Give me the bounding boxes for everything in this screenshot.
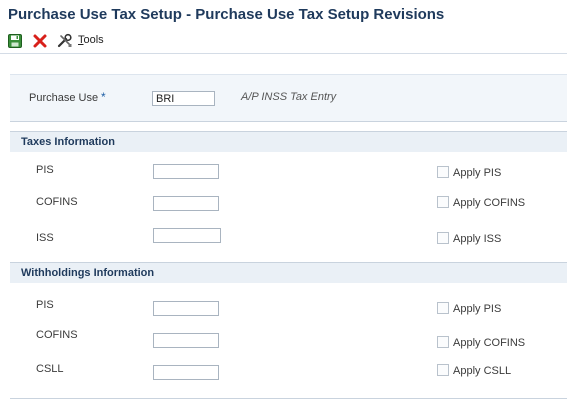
taxes-pis-input[interactable]: [153, 164, 219, 179]
taxes-apply-pis-checkbox[interactable]: [437, 166, 449, 178]
withholdings-apply-pis-label[interactable]: Apply PIS: [453, 303, 501, 315]
withholdings-cofins-label: COFINS: [36, 329, 78, 341]
taxes-section-header: Taxes Information: [10, 131, 567, 152]
header-panel: Purchase Use * BRI A/P INSS Tax Entry: [10, 74, 567, 122]
taxes-apply-cofins-label[interactable]: Apply COFINS: [453, 197, 525, 209]
taxes-pis-label: PIS: [36, 164, 54, 176]
withholdings-apply-pis-checkbox[interactable]: [437, 302, 449, 314]
taxes-section: Taxes Information PIS Apply PIS COFINS A…: [10, 131, 567, 261]
taxes-iss-input[interactable]: [153, 228, 221, 243]
taxes-apply-pis-label[interactable]: Apply PIS: [453, 167, 501, 179]
taxes-cofins-input[interactable]: [153, 196, 219, 211]
bottom-divider: [10, 398, 567, 399]
withholdings-csll-input[interactable]: [153, 365, 219, 380]
withholdings-apply-cofins-checkbox[interactable]: [437, 336, 449, 348]
tools-menu-button[interactable]: Tools: [78, 34, 104, 46]
purchase-use-description: A/P INSS Tax Entry: [241, 91, 337, 103]
toolbar: Tools: [0, 30, 567, 54]
taxes-section-title: Taxes Information: [21, 136, 115, 148]
taxes-apply-iss-label[interactable]: Apply ISS: [453, 233, 501, 245]
withholdings-apply-csll-checkbox[interactable]: [437, 364, 449, 376]
taxes-iss-label: ISS: [36, 232, 54, 244]
purchase-use-label: Purchase Use: [29, 92, 99, 104]
save-icon[interactable]: [7, 33, 23, 49]
required-marker: *: [101, 90, 106, 104]
cancel-x-icon[interactable]: [32, 33, 48, 49]
withholdings-section-title: Withholdings Information: [21, 267, 155, 279]
withholdings-cofins-input[interactable]: [153, 333, 219, 348]
taxes-apply-cofins-checkbox[interactable]: [437, 196, 449, 208]
page-title: Purchase Use Tax Setup - Purchase Use Ta…: [8, 6, 445, 23]
withholdings-apply-cofins-label[interactable]: Apply COFINS: [453, 337, 525, 349]
withholdings-section-header: Withholdings Information: [10, 262, 567, 283]
withholdings-pis-label: PIS: [36, 299, 54, 311]
title-bar: Purchase Use Tax Setup - Purchase Use Ta…: [0, 0, 567, 30]
withholdings-csll-label: CSLL: [36, 363, 64, 375]
withholdings-apply-csll-label[interactable]: Apply CSLL: [453, 365, 511, 377]
taxes-apply-iss-checkbox[interactable]: [437, 232, 449, 244]
tools-icon[interactable]: [57, 33, 73, 49]
purchase-use-field[interactable]: BRI: [152, 91, 215, 106]
withholdings-section: Withholdings Information PIS Apply PIS C…: [10, 262, 567, 397]
taxes-cofins-label: COFINS: [36, 196, 78, 208]
tools-label-rest: ools: [83, 34, 104, 46]
withholdings-pis-input[interactable]: [153, 301, 219, 316]
